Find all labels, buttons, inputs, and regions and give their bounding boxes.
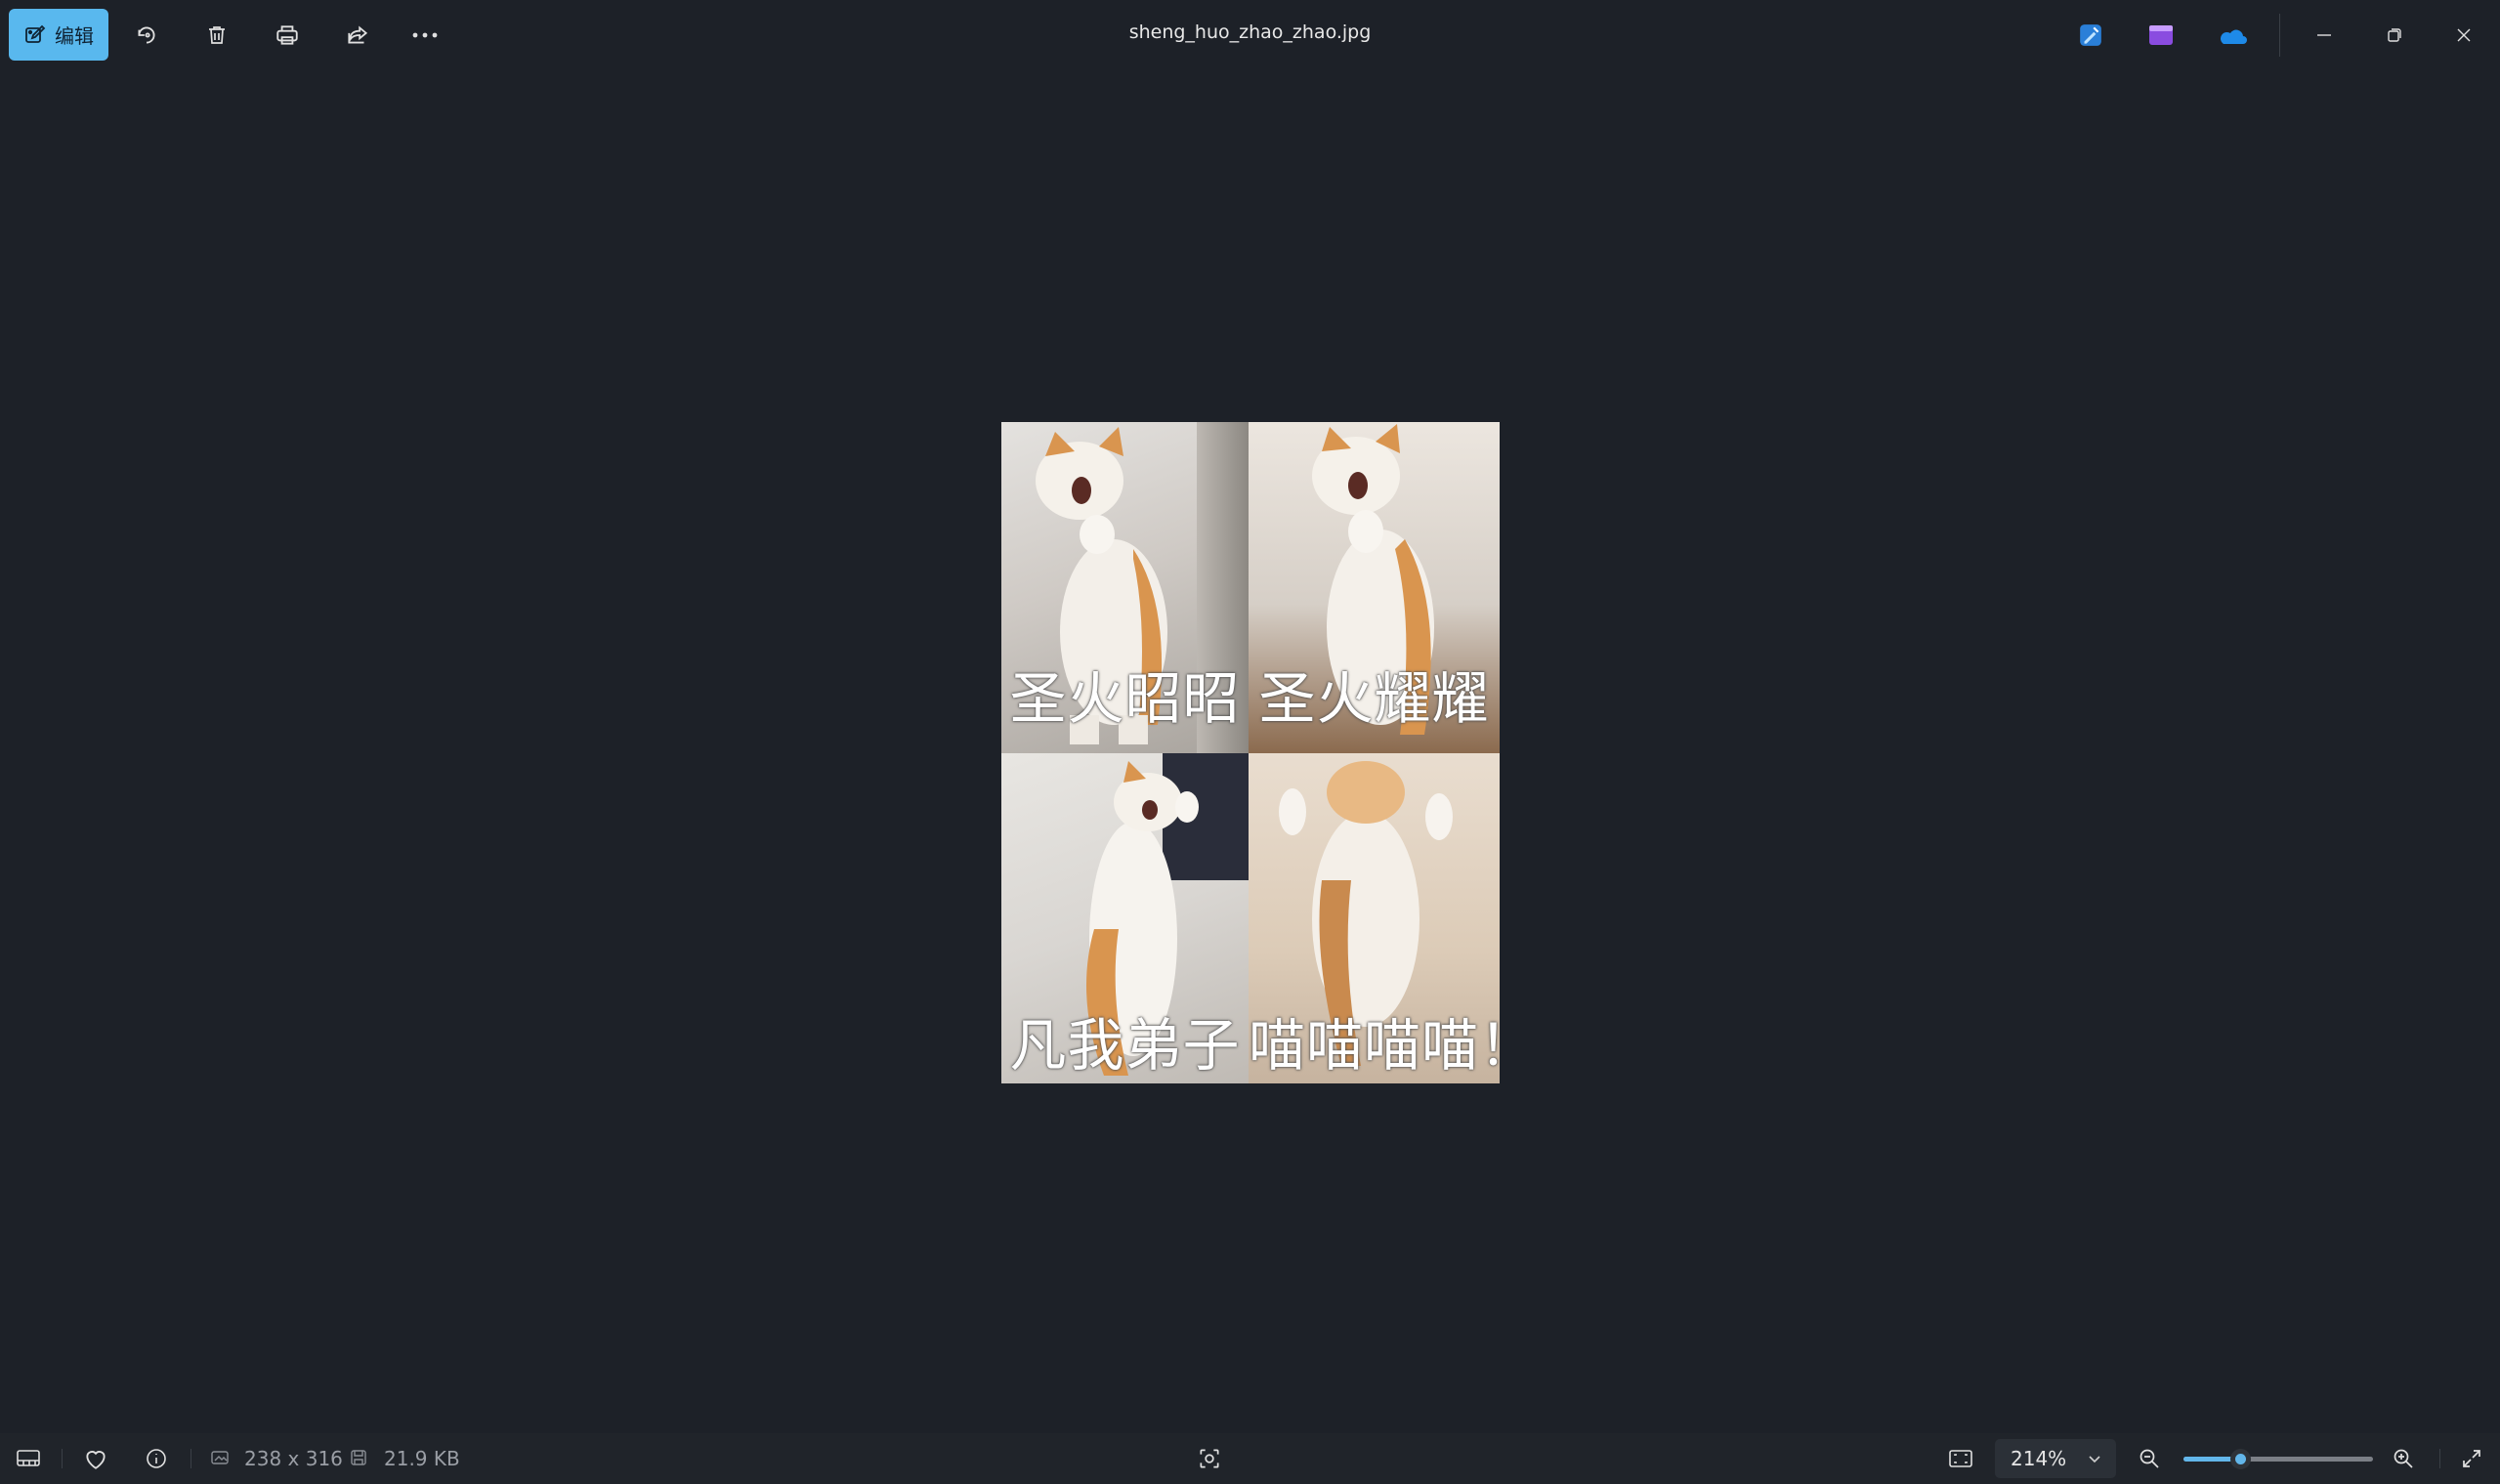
- close-icon: [2457, 28, 2471, 42]
- zoom-in-button[interactable]: [2382, 1437, 2425, 1480]
- zoom-level-value: 214%: [2011, 1447, 2067, 1470]
- status-divider: [62, 1449, 63, 1468]
- photo-canvas[interactable]: 圣火昭昭 圣火耀耀 凡我弟子 喵喵喵喵: [1001, 422, 1500, 1083]
- visual-search-icon: [1200, 1449, 1219, 1468]
- designer-app-button[interactable]: [2069, 14, 2112, 57]
- onedrive-icon: [2220, 29, 2247, 44]
- fullscreen-button[interactable]: [2450, 1437, 2493, 1480]
- favorite-button[interactable]: [74, 1437, 117, 1480]
- visual-search-button[interactable]: [1188, 1437, 1231, 1480]
- image-panel-top-left: 圣火昭昭: [1001, 422, 1249, 753]
- status-divider: [2439, 1449, 2440, 1468]
- image-dimensions: 238 x 316: [244, 1447, 343, 1470]
- caption-top-right: 圣火耀耀: [1258, 665, 1490, 732]
- fit-to-window-button[interactable]: [1939, 1437, 1982, 1480]
- caption-top-left: 圣火昭昭: [1009, 665, 1241, 732]
- expand-icon: [2463, 1450, 2480, 1467]
- restore-button[interactable]: [2373, 14, 2416, 57]
- image-panel-bottom-left: 凡我弟子: [1001, 753, 1249, 1083]
- zoom-slider[interactable]: [2183, 1449, 2373, 1469]
- filmstrip-button[interactable]: [7, 1437, 50, 1480]
- top-toolbar: 编辑 sheng_huo_zhao_zhao.jpg: [0, 0, 2500, 70]
- info-button[interactable]: [135, 1437, 178, 1480]
- file-size-icon: [351, 1450, 366, 1465]
- image-dimensions-icon: [211, 1451, 229, 1464]
- clipchamp-icon: [2149, 25, 2173, 45]
- fit-screen-icon: [1949, 1450, 1972, 1467]
- caption-bottom-left: 凡我弟子: [1009, 1012, 1241, 1079]
- toolbar-divider: [2279, 14, 2280, 57]
- minimize-icon: [2317, 34, 2331, 36]
- restore-icon: [2388, 28, 2401, 42]
- window-title: sheng_huo_zhao_zhao.jpg: [1128, 21, 1372, 43]
- image-panel-top-right: 圣火耀耀: [1249, 422, 1500, 753]
- bottom-status-bar: 238 x 316 21.9 KB 214%: [0, 1433, 2500, 1484]
- designer-app-icon: [2080, 24, 2101, 46]
- zoom-out-button[interactable]: [2128, 1437, 2171, 1480]
- caption-bottom-right: 喵喵喵喵！: [1249, 1012, 1500, 1079]
- info-icon: [147, 1449, 166, 1468]
- heart-icon: [86, 1451, 106, 1469]
- file-size: 21.9 KB: [384, 1447, 460, 1470]
- zoom-in-icon: [2394, 1449, 2413, 1468]
- filmstrip-icon: [17, 1450, 40, 1466]
- chevron-down-icon: [2089, 1456, 2100, 1463]
- zoom-out-icon: [2140, 1449, 2159, 1468]
- zoom-level-dropdown[interactable]: 214%: [1995, 1439, 2116, 1478]
- zoom-slider-thumb[interactable]: [2230, 1449, 2251, 1469]
- close-button[interactable]: [2442, 14, 2485, 57]
- image-panel-bottom-right: 喵喵喵喵！: [1249, 753, 1500, 1083]
- onedrive-button[interactable]: [2210, 14, 2253, 57]
- clipchamp-button[interactable]: [2140, 14, 2182, 57]
- minimize-button[interactable]: [2303, 14, 2346, 57]
